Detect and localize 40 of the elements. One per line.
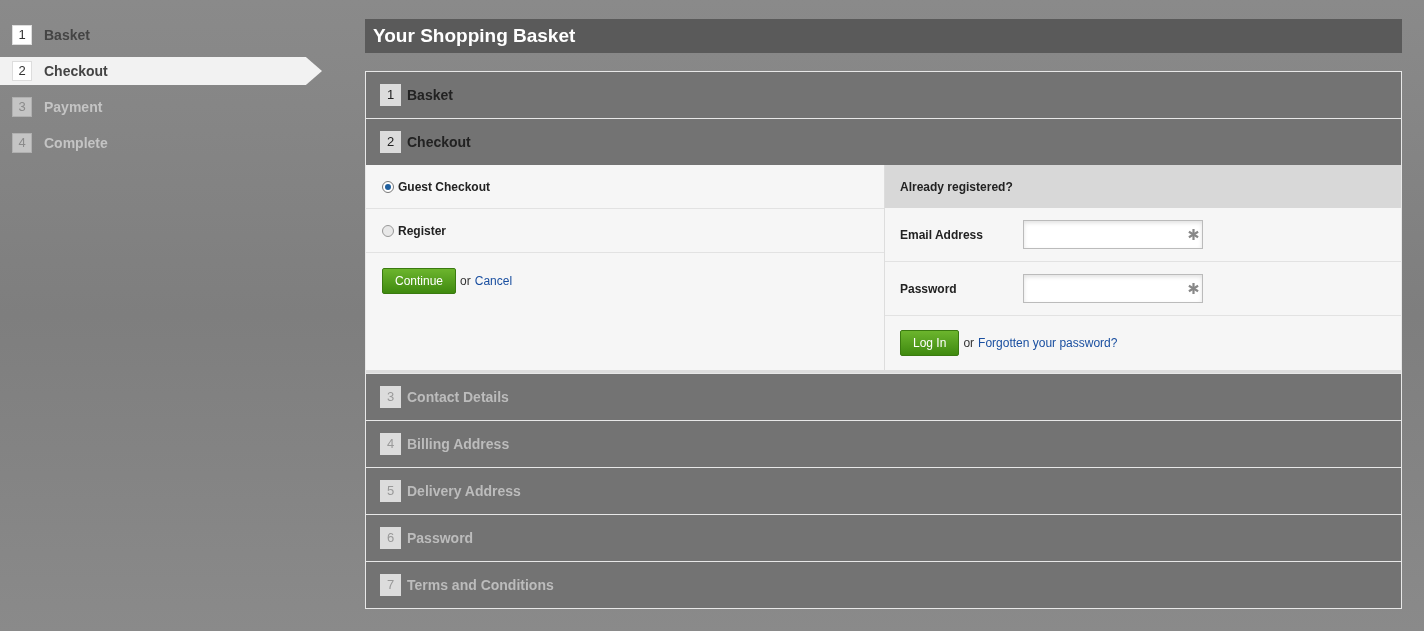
- radio-label: Guest Checkout: [398, 178, 490, 196]
- step-label: Checkout: [44, 61, 108, 81]
- section-number: 6: [380, 527, 401, 549]
- forgot-password-link[interactable]: Forgotten your password?: [978, 334, 1118, 352]
- section-number: 4: [380, 433, 401, 455]
- section-title: Contact Details: [407, 387, 509, 407]
- radio-label: Register: [398, 222, 447, 240]
- radio-button[interactable]: [382, 180, 394, 193]
- section-header[interactable]: 1 Basket: [366, 72, 1401, 118]
- section-title: Checkout: [407, 132, 471, 152]
- section-number: 7: [380, 574, 401, 596]
- section-title: Terms and Conditions: [407, 575, 554, 595]
- field-label: Email Address: [900, 226, 984, 244]
- step-label: Basket: [44, 25, 90, 45]
- page-title: Your Shopping Basket: [365, 19, 1402, 53]
- section-number: 3: [380, 386, 401, 408]
- input-field[interactable]: [1023, 220, 1203, 249]
- or-text: or: [963, 335, 975, 352]
- section-header[interactable]: 2 Checkout: [366, 119, 1401, 165]
- section-title: Basket: [407, 85, 453, 105]
- step-label: Payment: [44, 97, 103, 117]
- section-number: 1: [380, 84, 401, 106]
- section-title: Delivery Address: [407, 481, 521, 501]
- section-number: 5: [380, 480, 401, 502]
- step-number: 4: [12, 133, 32, 153]
- cancel-link[interactable]: Cancel: [474, 272, 513, 290]
- step-number: 2: [12, 61, 32, 81]
- section-number: 2: [380, 131, 401, 153]
- step-number: 3: [12, 97, 32, 117]
- radio-button[interactable]: [382, 224, 394, 237]
- section-title: Password: [407, 528, 474, 548]
- step-item[interactable]: 1 Basket: [0, 21, 365, 49]
- login-heading: Already registered?: [885, 165, 1401, 208]
- step-label: Complete: [44, 133, 108, 153]
- step-number: 1: [12, 25, 32, 45]
- or-text: or: [460, 273, 471, 290]
- current-step-item[interactable]: 2 Checkout: [0, 57, 322, 85]
- field-label: Password: [900, 280, 958, 298]
- input-field[interactable]: [1023, 274, 1203, 303]
- section-title: Billing Address: [407, 434, 510, 454]
